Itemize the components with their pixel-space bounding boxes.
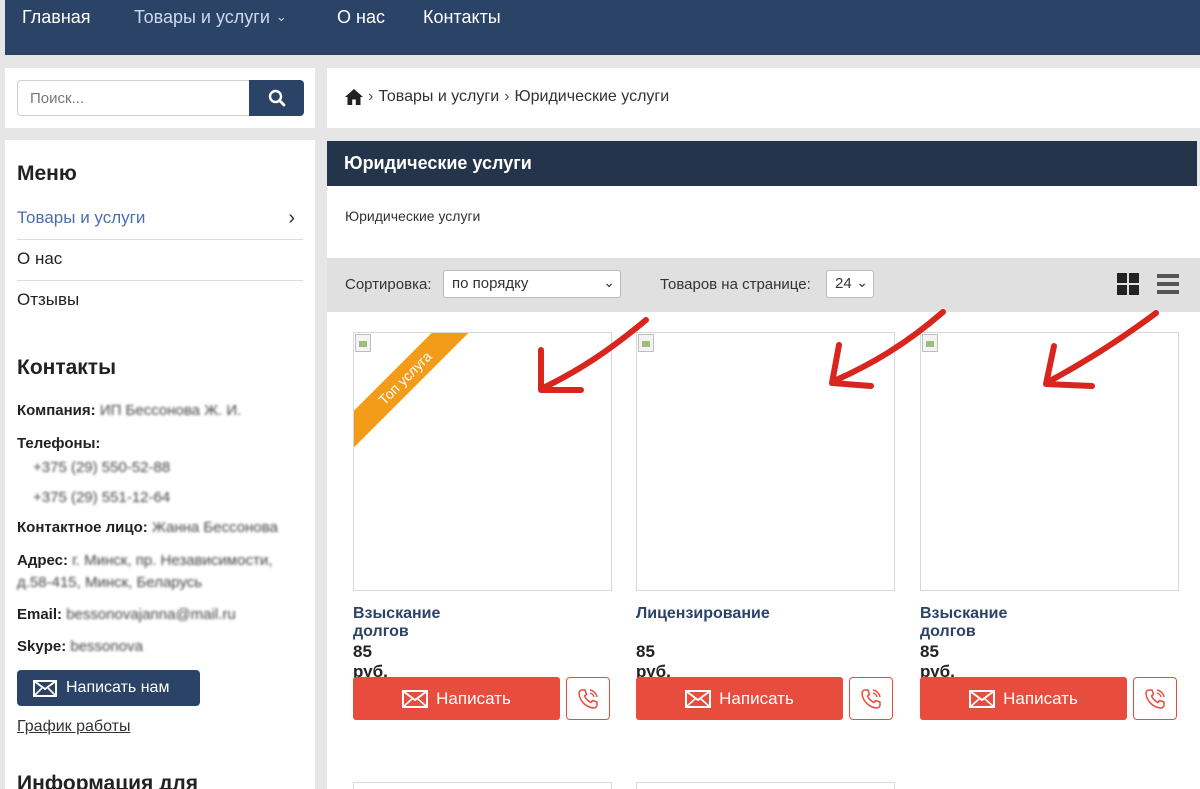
nav-item-products[interactable]: Товары и услуги ⌄ xyxy=(134,7,287,28)
write-button-label: Написать xyxy=(719,688,794,708)
email-label: Email: xyxy=(17,606,63,623)
sidebar-item-label: Товары и услуги xyxy=(17,208,146,227)
product-image[interactable]: Топ услуга xyxy=(353,332,612,591)
category-description: Юридические услуги xyxy=(327,186,1200,258)
nav-item-home[interactable]: Главная xyxy=(22,7,91,28)
person-value: Жанна Бессонова xyxy=(151,519,278,536)
nav-item-about[interactable]: О нас xyxy=(337,7,385,28)
product-image[interactable] xyxy=(920,332,1179,591)
phone-icon xyxy=(1145,688,1165,709)
contact-phone-2[interactable]: +375 (29) 551-12-64 xyxy=(33,488,323,508)
sort-label: Сортировка: xyxy=(345,276,432,293)
catalog-toolbar: Сортировка: по порядку ⌄ Товаров на стра… xyxy=(327,258,1200,312)
contacts-heading: Контакты xyxy=(17,356,117,379)
write-to-us-label: Написать нам xyxy=(66,679,170,696)
write-button[interactable]: Написать xyxy=(636,677,843,720)
mail-icon xyxy=(969,689,996,708)
phones-label: Телефоны: xyxy=(17,435,101,452)
address-value-2: д.58-415, Минск, Беларусь xyxy=(17,574,203,591)
phone-icon xyxy=(861,688,881,709)
sidebar-item-label: О нас xyxy=(17,249,63,268)
broken-image-icon xyxy=(355,334,371,352)
menu-heading: Меню xyxy=(17,162,77,185)
breadcrumb: › Товары и услуги › Юридические услуги xyxy=(327,68,1200,128)
person-label: Контактное лицо: xyxy=(17,519,148,536)
chevron-down-icon: ⌄ xyxy=(603,274,615,290)
product-price: 85 руб. xyxy=(353,642,388,681)
skype-value[interactable]: bessonova xyxy=(70,638,143,655)
mail-icon xyxy=(685,689,712,708)
nav-item-contacts[interactable]: Контакты xyxy=(423,7,501,28)
product-card-partial xyxy=(636,782,895,789)
write-button-label: Написать xyxy=(1003,688,1078,708)
chevron-down-icon: ⌄ xyxy=(856,274,868,290)
grid-view-icon[interactable] xyxy=(1117,273,1139,295)
mail-icon xyxy=(33,679,57,697)
product-title[interactable]: Взыскание долгов xyxy=(353,605,440,641)
write-button-label: Написать xyxy=(436,688,511,708)
page-title: Юридические услуги xyxy=(327,141,1197,186)
write-button[interactable]: Написать xyxy=(353,677,560,720)
search-panel xyxy=(5,68,315,128)
address-label: Адрес: xyxy=(17,552,68,569)
product-title[interactable]: Лицензирование xyxy=(636,605,770,623)
sort-select[interactable]: по порядку ⌄ xyxy=(443,270,621,298)
contact-company: Компания: ИП Бессонова Ж. И. xyxy=(17,401,307,421)
product-title[interactable]: Взыскание долгов xyxy=(920,605,1007,641)
product-grid: Топ услуга Взыскание долгов 85 руб. Напи… xyxy=(327,312,1200,789)
contact-phones: Телефоны: xyxy=(17,434,307,454)
call-button[interactable] xyxy=(566,677,610,720)
per-page-label: Товаров на странице: xyxy=(660,276,811,293)
sort-select-value: по порядку xyxy=(452,275,529,292)
chevron-right-icon: › xyxy=(288,207,295,229)
address-value: г. Минск, пр. Независимости, xyxy=(72,552,273,569)
call-button[interactable] xyxy=(849,677,893,720)
contact-phone-1[interactable]: +375 (29) 550-52-88 xyxy=(33,458,323,478)
contact-skype: Skype: bessonova xyxy=(17,637,307,657)
sidebar-item-products[interactable]: Товары и услуги › xyxy=(17,199,303,240)
contact-email: Email: bessonovajanna@mail.ru xyxy=(17,605,307,625)
skype-label: Skype: xyxy=(17,638,67,655)
company-label: Компания: xyxy=(17,402,96,419)
call-button[interactable] xyxy=(1133,677,1177,720)
sidebar: Меню Товары и услуги › О нас Отзывы Конт… xyxy=(5,140,315,789)
write-to-us-button[interactable]: Написать нам xyxy=(17,670,200,706)
contact-address: Адрес: г. Минск, пр. Независимости, xyxy=(17,551,307,571)
search-icon xyxy=(268,89,285,107)
breadcrumb-separator: › xyxy=(368,88,374,105)
sidebar-item-reviews[interactable]: Отзывы xyxy=(17,281,303,322)
write-button[interactable]: Написать xyxy=(920,677,1127,720)
company-value: ИП Бессонова Ж. И. xyxy=(99,402,242,419)
sidebar-item-about[interactable]: О нас xyxy=(17,240,303,281)
broken-image-icon xyxy=(638,334,654,352)
breadcrumb-item-current: Юридические услуги xyxy=(514,88,670,105)
info-heading: Информация для xyxy=(17,772,199,789)
list-view-icon[interactable] xyxy=(1157,274,1179,294)
sidebar-item-label: Отзывы xyxy=(17,290,80,309)
nav-item-products-label: Товары и услуги xyxy=(134,7,270,27)
home-icon[interactable] xyxy=(345,89,363,105)
broken-image-icon xyxy=(922,334,938,352)
product-card-partial xyxy=(353,782,612,789)
per-page-select-value: 24 xyxy=(835,275,852,292)
email-value[interactable]: bessonovajanna@mail.ru xyxy=(66,606,236,623)
per-page-select[interactable]: 24 ⌄ xyxy=(826,270,874,298)
search-button[interactable] xyxy=(249,80,304,116)
breadcrumb-item-products[interactable]: Товары и услуги xyxy=(378,88,499,106)
contact-person: Контактное лицо: Жанна Бессонова xyxy=(17,518,307,538)
search-input[interactable] xyxy=(17,80,249,116)
top-service-badge: Топ услуга xyxy=(354,333,475,448)
top-navigation: Главная Товары и услуги ⌄ О нас Контакты xyxy=(5,0,1200,55)
schedule-link[interactable]: График работы xyxy=(17,718,130,736)
chevron-down-icon: ⌄ xyxy=(275,9,287,24)
phone-icon xyxy=(578,688,598,709)
mail-icon xyxy=(402,689,429,708)
breadcrumb-separator: › xyxy=(504,88,510,105)
product-image[interactable] xyxy=(636,332,895,591)
product-price: 85 руб. xyxy=(636,642,671,681)
product-price: 85 руб. xyxy=(920,642,955,681)
